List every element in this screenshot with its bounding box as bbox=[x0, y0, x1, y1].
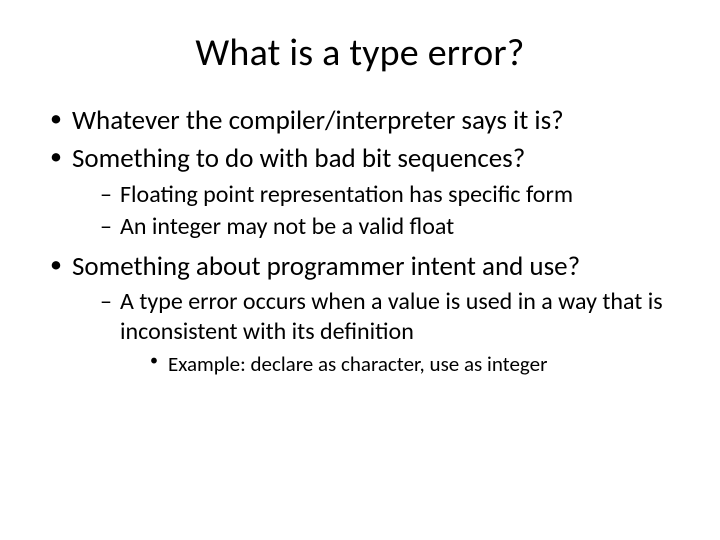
sub-bullet-list: A type error occurs when a value is used… bbox=[72, 287, 680, 377]
slide: What is a type error? Whatever the compi… bbox=[0, 0, 720, 540]
sub-bullet-list: Floating point representation has specif… bbox=[72, 180, 680, 242]
sub-sub-bullet-list: Example: declare as character, use as in… bbox=[120, 351, 680, 377]
sub-bullet-item: A type error occurs when a value is used… bbox=[100, 287, 680, 377]
sub-bullet-text: Floating point representation has specif… bbox=[120, 180, 573, 209]
slide-title: What is a type error? bbox=[40, 30, 680, 76]
sub-bullet-item: Floating point representation has specif… bbox=[100, 180, 680, 210]
bullet-text: Something to do with bad bit sequences? bbox=[72, 142, 525, 175]
sub-sub-bullet-text: Example: declare as character, use as in… bbox=[168, 351, 547, 377]
bullet-list: Whatever the compiler/interpreter says i… bbox=[40, 104, 680, 378]
bullet-item: Something about programmer intent and us… bbox=[50, 250, 680, 378]
sub-bullet-text: An integer may not be a valid float bbox=[120, 212, 454, 241]
bullet-item: Whatever the compiler/interpreter says i… bbox=[50, 104, 680, 138]
sub-sub-bullet-item: Example: declare as character, use as in… bbox=[150, 351, 680, 377]
sub-bullet-item: An integer may not be a valid float bbox=[100, 212, 680, 242]
bullet-text: Something about programmer intent and us… bbox=[72, 250, 580, 283]
bullet-item: Something to do with bad bit sequences? … bbox=[50, 142, 680, 242]
sub-bullet-text: A type error occurs when a value is used… bbox=[120, 287, 663, 346]
bullet-text: Whatever the compiler/interpreter says i… bbox=[72, 104, 564, 137]
